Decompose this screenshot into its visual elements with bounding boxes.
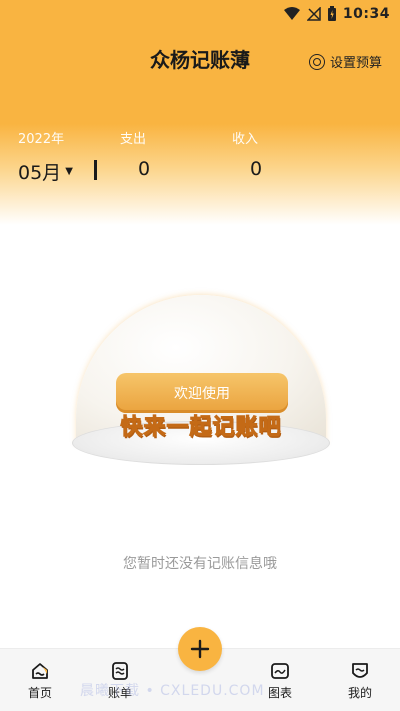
nav-home[interactable]: 首页: [15, 661, 65, 701]
nav-bills[interactable]: 账单: [95, 661, 145, 701]
nav-mine-label: 我的: [347, 686, 372, 700]
status-time: 10:34: [342, 6, 390, 22]
nav-home-label: 首页: [27, 686, 52, 700]
year-label: 2022年: [18, 132, 65, 147]
divider: [94, 160, 97, 180]
income-value: 0: [250, 158, 263, 180]
bill-icon: [112, 662, 128, 680]
battery-icon: [327, 6, 337, 22]
coin-icon: [308, 53, 325, 70]
nav-charts[interactable]: 图表: [255, 661, 305, 701]
add-record-button[interactable]: [178, 627, 222, 671]
welcome-slogan: 快来一起记账吧: [120, 415, 282, 441]
set-budget-button[interactable]: 设置预算: [308, 52, 382, 71]
nav-charts-label: 图表: [267, 686, 292, 700]
profile-icon: [352, 663, 368, 678]
no-signal-icon: [306, 7, 321, 21]
month-selector[interactable]: 05月 ▼: [18, 158, 73, 185]
caret-down-icon: ▼: [65, 166, 73, 177]
plus-icon: [190, 639, 210, 659]
header-background: [0, 0, 400, 225]
status-bar: 10:34: [0, 0, 400, 28]
home-icon: [32, 663, 48, 679]
nav-bills-label: 账单: [107, 686, 132, 700]
empty-illustration: 欢迎使用 快来一起记账吧: [70, 295, 332, 475]
empty-hint: 您暂时还没有记账信息哦: [123, 556, 277, 572]
expense-value: 0: [138, 158, 151, 180]
nav-mine[interactable]: 我的: [335, 661, 385, 701]
income-label: 收入: [232, 132, 259, 147]
welcome-text: 欢迎使用: [174, 386, 230, 402]
wifi-icon: [283, 7, 301, 21]
welcome-board: 欢迎使用: [116, 373, 288, 413]
month-value: 05月: [18, 162, 62, 184]
set-budget-label: 设置预算: [329, 56, 382, 71]
chart-icon: [271, 663, 289, 679]
expense-label: 支出: [120, 132, 147, 147]
